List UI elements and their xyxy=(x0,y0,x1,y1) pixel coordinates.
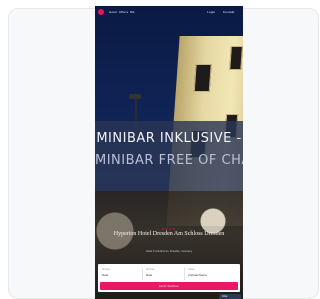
chat-label: Chat xyxy=(222,295,228,298)
brand-logo-icon[interactable] xyxy=(98,9,104,15)
nav-link-hotel[interactable]: Hotel xyxy=(109,10,117,14)
book-now-label: Jetzt buchen xyxy=(158,284,180,288)
promo-banner: MINIBAR INKLUSIVE - MINIBAR FREE OF CHAR… xyxy=(95,121,243,191)
window xyxy=(229,46,243,70)
guests-label: Gäste xyxy=(188,268,195,271)
window xyxy=(193,64,212,92)
guests-value: 2 Erwachsene xyxy=(188,273,208,277)
top-navigation: Hotel Offers DE Login Kontakt xyxy=(95,6,243,20)
promo-line-1: MINIBAR INKLUSIVE - xyxy=(96,131,242,146)
nav-link-contact[interactable]: Kontakt xyxy=(223,10,235,14)
nav-link-offers[interactable]: Offers xyxy=(119,10,128,14)
nav-link-login[interactable]: Login xyxy=(207,10,215,14)
checkout-label: Abreise xyxy=(146,268,155,271)
promo-line-2: MINIBAR FREE OF CHARGE xyxy=(95,153,243,168)
checkin-field[interactable]: Anreise Date xyxy=(100,267,143,280)
chat-button[interactable]: Chat xyxy=(219,294,241,299)
checkout-field[interactable]: Abreise Date xyxy=(144,267,185,280)
nav-link-language[interactable]: DE xyxy=(130,10,135,14)
checkout-value: Date xyxy=(146,273,153,277)
booking-widget: Anreise Date Abreise Date Gäste 2 Erwach… xyxy=(98,264,240,292)
hotel-name: Hyperion Hotel Dresden Am Schloss Dresde… xyxy=(113,231,225,237)
guests-field[interactable]: Gäste 2 Erwachsene xyxy=(186,267,238,280)
hotel-subtitle: Hotel & Conference, Dresden, Germany xyxy=(146,250,192,253)
checkin-value: Date xyxy=(102,273,109,277)
book-now-button[interactable]: Jetzt buchen xyxy=(100,282,238,290)
checkin-label: Anreise xyxy=(102,268,111,271)
mobile-preview: Hotel Offers DE Login Kontakt MINIBAR IN… xyxy=(95,6,243,299)
